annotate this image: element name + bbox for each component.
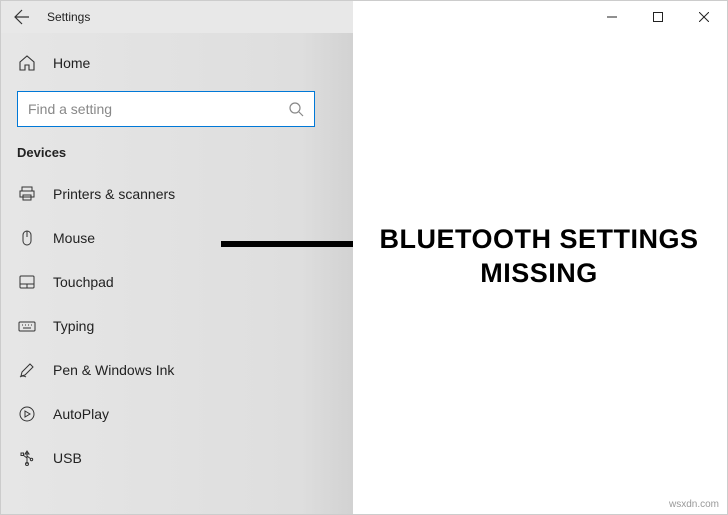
sidebar: Home Devices Printers & scanners Mou <box>1 33 353 514</box>
main-panel: BLUETOOTH SETTINGS MISSING <box>353 33 727 514</box>
sidebar-item-label: AutoPlay <box>53 406 109 422</box>
autoplay-icon <box>17 404 37 424</box>
sidebar-item-label: Touchpad <box>53 274 114 290</box>
back-button[interactable] <box>1 1 43 33</box>
keyboard-icon <box>17 316 37 336</box>
sidebar-item-touchpad[interactable]: Touchpad <box>1 260 353 304</box>
section-header-devices: Devices <box>1 141 353 172</box>
window-title: Settings <box>43 10 90 24</box>
touchpad-icon <box>17 272 37 292</box>
sidebar-item-label: Mouse <box>53 230 95 246</box>
sidebar-item-mouse[interactable]: Mouse <box>1 216 353 260</box>
sidebar-item-typing[interactable]: Typing <box>1 304 353 348</box>
content-area: Home Devices Printers & scanners Mou <box>1 33 727 514</box>
minimize-icon <box>607 12 617 22</box>
close-icon <box>699 12 709 22</box>
annotation-text: BLUETOOTH SETTINGS MISSING <box>359 223 719 291</box>
search-input[interactable] <box>28 101 288 117</box>
annotation-line1: BLUETOOTH SETTINGS <box>379 224 698 254</box>
annotation-arrow-line <box>221 241 353 247</box>
search-icon <box>288 101 304 117</box>
titlebar-left: Settings <box>1 1 353 33</box>
sidebar-item-pen-windows-ink[interactable]: Pen & Windows Ink <box>1 348 353 392</box>
sidebar-item-label: Typing <box>53 318 94 334</box>
sidebar-item-autoplay[interactable]: AutoPlay <box>1 392 353 436</box>
pen-icon <box>17 360 37 380</box>
annotation-line2: MISSING <box>480 258 598 288</box>
sidebar-item-printers-scanners[interactable]: Printers & scanners <box>1 172 353 216</box>
sidebar-item-label: Printers & scanners <box>53 186 175 202</box>
window-controls <box>589 1 727 33</box>
settings-window: Settings Home <box>1 1 727 514</box>
nav-home[interactable]: Home <box>1 41 353 85</box>
titlebar: Settings <box>1 1 727 33</box>
mouse-icon <box>17 228 37 248</box>
usb-icon <box>17 448 37 468</box>
maximize-icon <box>653 12 663 22</box>
search-box[interactable] <box>17 91 315 127</box>
sidebar-item-label: Pen & Windows Ink <box>53 362 174 378</box>
nav-home-label: Home <box>53 55 90 71</box>
close-button[interactable] <box>681 1 727 33</box>
sidebar-item-label: USB <box>53 450 82 466</box>
back-arrow-icon <box>14 9 30 25</box>
home-icon <box>17 53 37 73</box>
watermark: wsxdn.com <box>669 499 719 510</box>
minimize-button[interactable] <box>589 1 635 33</box>
sidebar-item-usb[interactable]: USB <box>1 436 353 480</box>
maximize-button[interactable] <box>635 1 681 33</box>
printer-icon <box>17 184 37 204</box>
